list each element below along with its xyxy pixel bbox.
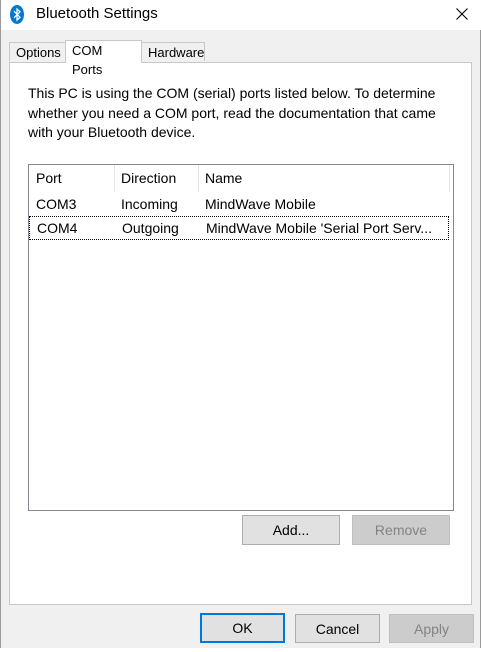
cell-direction: Outgoing (122, 220, 179, 236)
cell-name: MindWave Mobile 'Serial Port Serv... (206, 220, 432, 236)
cell-name: MindWave Mobile (205, 196, 316, 212)
description-text: This PC is using the COM (serial) ports … (28, 85, 436, 140)
tab-com-ports[interactable]: COM Ports (65, 40, 142, 77)
tab-hardware[interactable]: Hardware (141, 42, 205, 61)
com-ports-list[interactable]: Port Direction Name COM3 Incoming MindWa… (28, 164, 454, 511)
remove-button[interactable]: Remove (352, 515, 450, 545)
window-title: Bluetooth Settings (36, 5, 158, 22)
cancel-button[interactable]: Cancel (295, 614, 380, 643)
bluetooth-icon (10, 5, 24, 24)
column-header-name[interactable]: Name (198, 165, 449, 192)
add-button[interactable]: Add... (242, 515, 340, 545)
table-row[interactable]: COM4 Outgoing MindWave Mobile 'Serial Po… (29, 216, 449, 240)
tab-options[interactable]: Options (9, 42, 66, 61)
cell-direction: Incoming (121, 196, 178, 212)
cell-port: COM4 (37, 220, 78, 236)
ok-button[interactable]: OK (200, 613, 285, 643)
column-header-direction[interactable]: Direction (114, 165, 198, 192)
cell-port: COM3 (36, 196, 77, 212)
title-bar: Bluetooth Settings (1, 0, 481, 30)
apply-button[interactable]: Apply (389, 614, 474, 643)
close-button[interactable] (442, 0, 481, 28)
table-row[interactable]: COM3 Incoming MindWave Mobile (29, 193, 449, 217)
background-window-edge (0, 648, 481, 652)
list-header: Port Direction Name (29, 165, 450, 192)
close-icon (456, 8, 468, 20)
bluetooth-settings-window: Bluetooth Settings Options COM Ports Har… (0, 0, 481, 651)
column-separator[interactable] (449, 165, 450, 192)
com-ports-panel: This PC is using the COM (serial) ports … (9, 62, 472, 605)
column-header-port[interactable]: Port (29, 165, 114, 192)
